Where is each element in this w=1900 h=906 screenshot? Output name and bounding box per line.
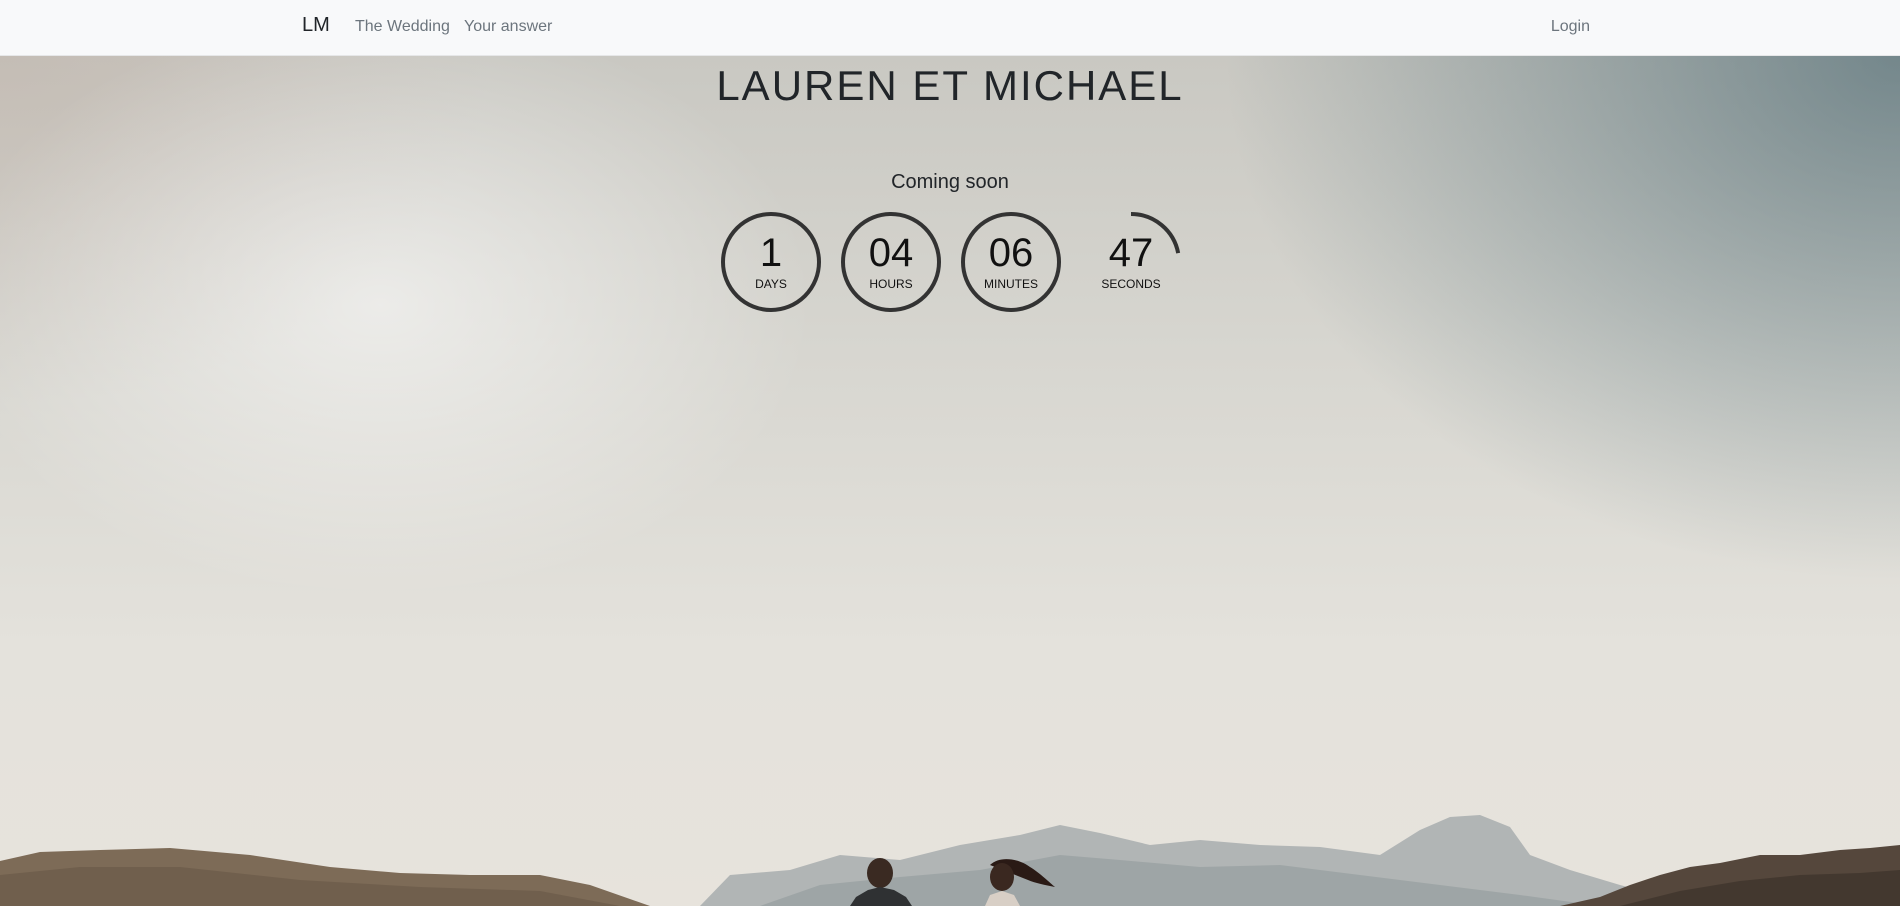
top-navbar: LM The Wedding Your answer Login xyxy=(0,0,1900,56)
countdown-subtitle: Coming soon xyxy=(891,171,1009,193)
seconds-value: 47 xyxy=(1108,231,1154,275)
days-label: DAYS xyxy=(755,277,787,291)
hours-value: 04 xyxy=(868,231,914,275)
seconds-label: SECONDS xyxy=(1101,277,1161,291)
countdown-minutes: 06 MINUTES xyxy=(960,211,1062,313)
minutes-value: 06 xyxy=(988,231,1034,275)
login-link[interactable]: Login xyxy=(1551,18,1590,36)
hours-label: HOURS xyxy=(869,277,913,291)
nav-link-your-answer[interactable]: Your answer xyxy=(464,18,552,36)
brand-logo[interactable]: LM xyxy=(302,14,330,37)
countdown-days: 1 DAYS xyxy=(720,211,822,313)
countdown-hours: 04 HOURS xyxy=(840,211,942,313)
days-value: 1 xyxy=(759,231,783,275)
minutes-label: MINUTES xyxy=(984,277,1038,291)
nav-link-the-wedding[interactable]: The Wedding xyxy=(355,18,450,36)
page-title: LAUREN ET MICHAEL xyxy=(716,62,1184,109)
countdown-seconds: 47 SECONDS xyxy=(1080,211,1182,313)
